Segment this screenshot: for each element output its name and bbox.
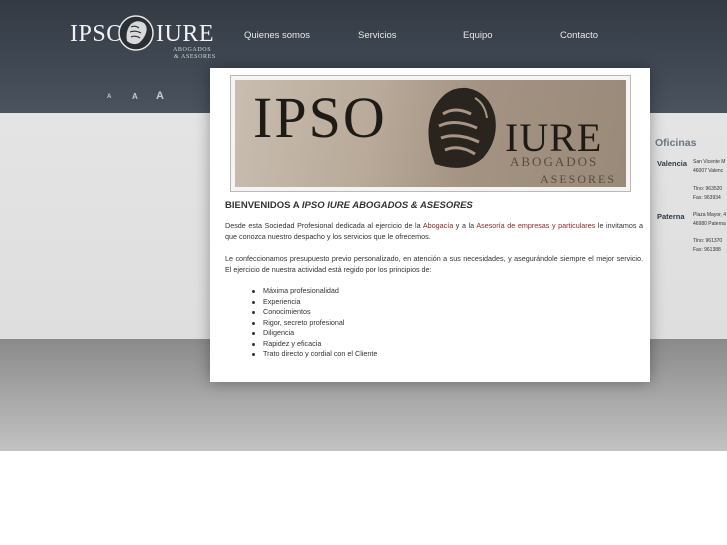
banner-lion-icon: [428, 87, 496, 168]
offices-sidebar: Oficinas Valencia San Vicente M 46007 Va…: [655, 137, 727, 267]
office-city-paterna: Paterna: [657, 212, 685, 221]
font-size-small-button[interactable]: A: [107, 94, 111, 100]
intro-text-a: Desde esta Sociedad Profesional dedicada…: [225, 221, 423, 230]
office-address-valencia-1: San Vicente M: [693, 159, 726, 165]
office-address-paterna-1: Plaza Mayor, 4: [693, 212, 727, 218]
office-fax-valencia: Fax: 963934: [693, 195, 721, 201]
office-address-valencia-2: 46007 Valenc: [693, 168, 724, 174]
list-item: Conocimientos: [252, 307, 377, 318]
intro-paragraph: Desde esta Sociedad Profesional dedicada…: [225, 221, 643, 242]
nav-servicios[interactable]: Servicios: [358, 30, 397, 41]
office-phone-paterna: Tlno: 961370: [693, 238, 723, 244]
font-size-medium-button[interactable]: A: [132, 92, 138, 101]
office-phone-valencia: Tlno: 963520: [693, 186, 723, 192]
nav-contacto[interactable]: Contacto: [560, 30, 598, 41]
principles-list: Máxima profesionalidad Experiencia Conoc…: [252, 286, 377, 360]
list-item: Experiencia: [252, 297, 377, 308]
link-abogacia[interactable]: Abogacía: [423, 221, 453, 230]
banner-frame: IPSO IURE ABOGADOS ASESORES: [230, 75, 631, 192]
banner-subtitle-2: ASESORES: [540, 172, 617, 186]
main-nav: Quienes somos Servicios Equipo Contacto: [0, 30, 727, 44]
list-item: Máxima profesionalidad: [252, 286, 377, 297]
list-item: Diligencia: [252, 328, 377, 339]
list-item: Rigor, secreto profesional: [252, 318, 377, 329]
budget-paragraph: Le confeccionamos presupuesto previo per…: [225, 254, 643, 274]
banner-text-ipso: IPSO: [253, 85, 387, 150]
office-city-valencia: Valencia: [657, 159, 688, 168]
list-item: Trato directo y cordial con el Cliente: [252, 349, 377, 360]
welcome-firm-name: IPSO IURE ABOGADOS & ASESORES: [301, 200, 473, 211]
banner-subtitle-1: ABOGADOS: [510, 154, 599, 169]
logo-subtitle-1: ABOGADOS: [173, 47, 212, 53]
welcome-heading: BIENVENIDOS A IPSO IURE ABOGADOS & ASESO…: [225, 200, 473, 211]
font-size-large-button[interactable]: A: [156, 90, 164, 102]
nav-equipo[interactable]: Equipo: [463, 30, 493, 41]
welcome-prefix: BIENVENIDOS A: [225, 200, 302, 211]
office-fax-paterna: Fax: 961388: [693, 247, 721, 253]
nav-quienes-somos[interactable]: Quienes somos: [244, 30, 310, 41]
main-content-panel: IPSO IURE ABOGADOS ASESORES BIENVENIDOS …: [210, 68, 650, 382]
link-asesoria[interactable]: Asesoría de empresas y particulares: [476, 221, 595, 230]
office-address-paterna-2: 46980 Paterna: [693, 221, 726, 227]
banner-image: IPSO IURE ABOGADOS ASESORES: [235, 80, 626, 187]
intro-text-b: y a la: [453, 221, 477, 230]
offices-title: Oficinas: [655, 137, 697, 149]
logo-subtitle-2: & ASESORES: [174, 54, 216, 60]
list-item: Rapidez y eficacia: [252, 339, 377, 350]
